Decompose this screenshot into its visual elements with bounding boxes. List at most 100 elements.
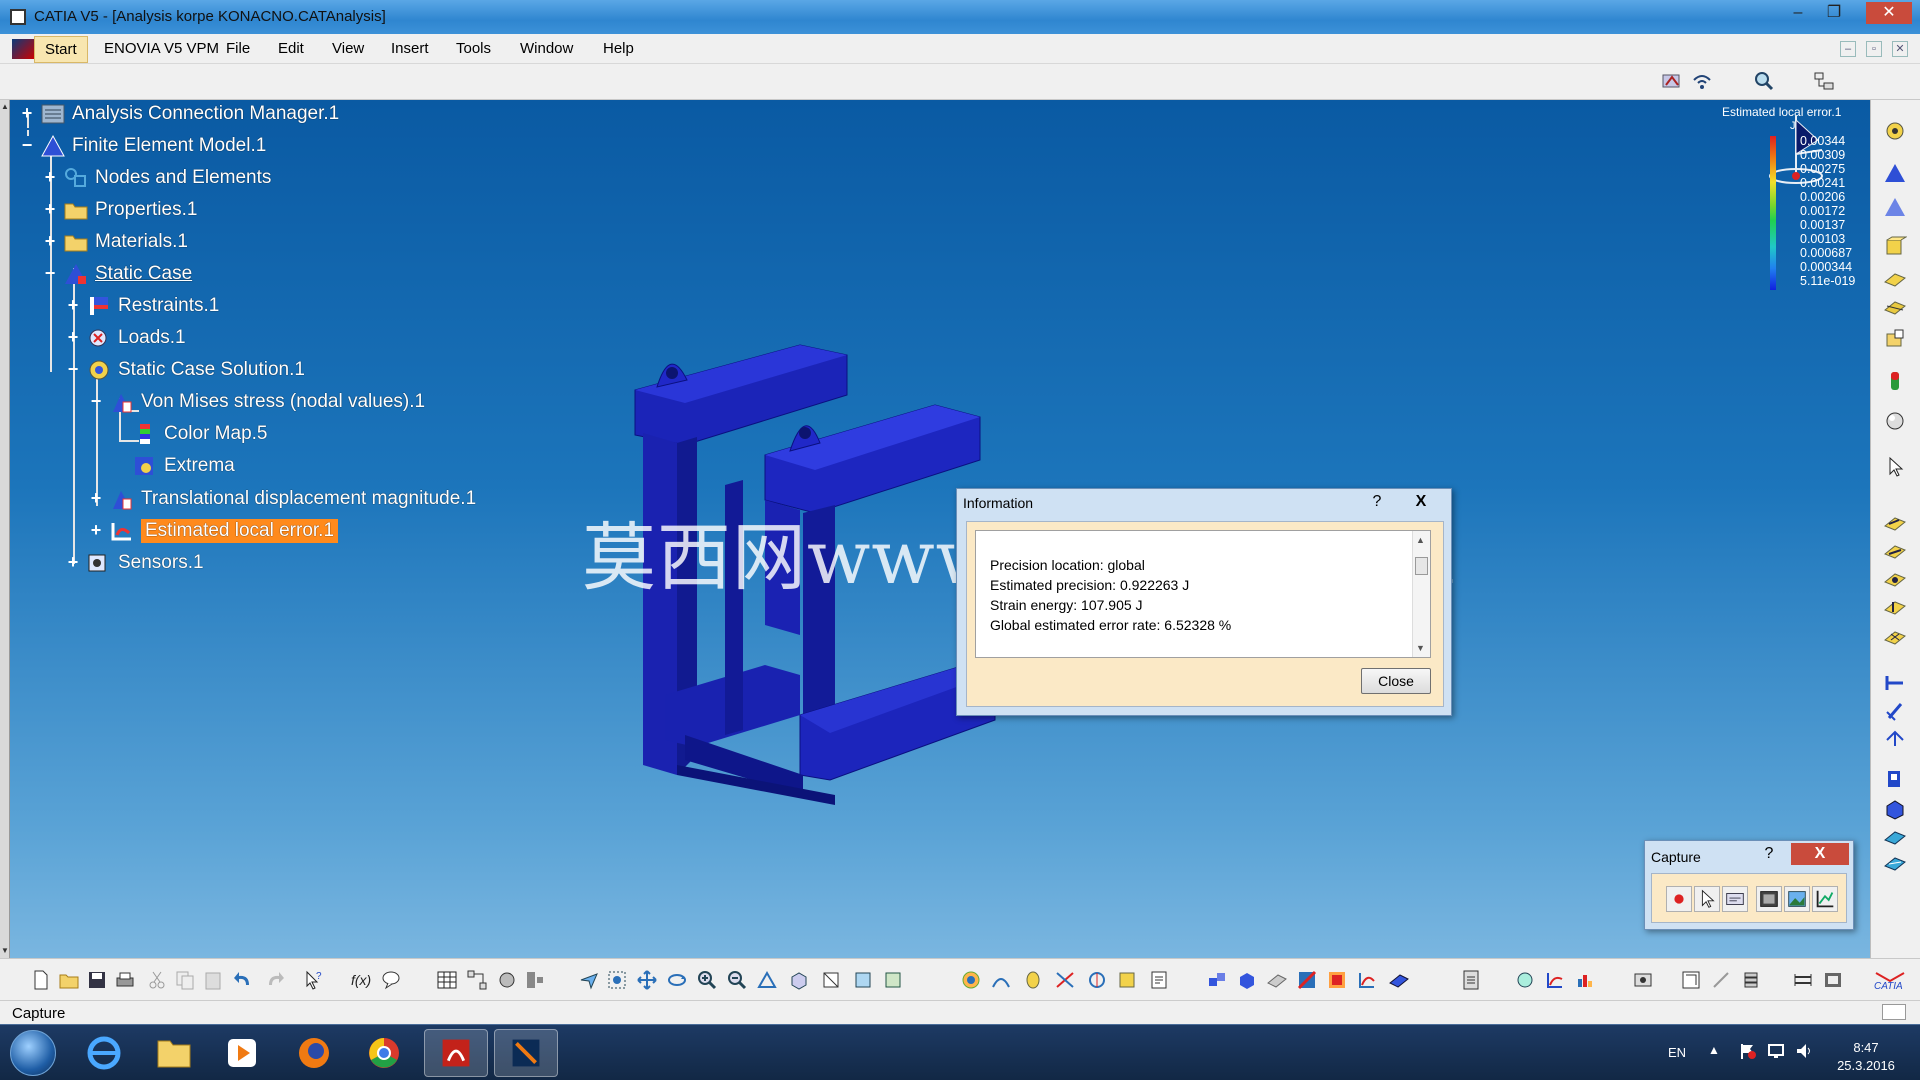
image-edit-icon[interactable]: [1326, 969, 1348, 991]
sphere-icon[interactable]: [1883, 410, 1907, 432]
tree-expand-icon[interactable]: +: [43, 168, 57, 186]
network-icon[interactable]: [466, 969, 488, 991]
tree-node-properties[interactable]: + Properties.1: [43, 196, 198, 224]
catia-app-icon[interactable]: [10, 9, 26, 25]
doc-minimize-button[interactable]: –: [1840, 41, 1856, 57]
load-pressure-icon[interactable]: [1883, 700, 1907, 722]
tree-node-static-case-solution[interactable]: − Static Case Solution.1: [66, 356, 305, 384]
table-icon[interactable]: [436, 969, 458, 991]
precision-icon[interactable]: [1116, 969, 1138, 991]
whats-this-icon[interactable]: ?: [302, 969, 324, 991]
restraint-surface-icon[interactable]: [1883, 540, 1907, 562]
dialog-close-x-button[interactable]: X: [1401, 491, 1441, 513]
media-player-icon[interactable]: [210, 1029, 274, 1077]
von-mises-icon[interactable]: [1022, 969, 1044, 991]
fit-all-icon[interactable]: [606, 969, 628, 991]
generate-image-icon[interactable]: [1632, 969, 1654, 991]
close-window-button[interactable]: ✕: [1866, 2, 1912, 24]
menu-enovia[interactable]: ENOVIA V5 VPM: [104, 40, 219, 57]
tree-node-restraints[interactable]: + Restraints.1: [66, 292, 220, 320]
menu-help[interactable]: Help: [603, 40, 634, 57]
tree-expand-icon[interactable]: +: [43, 200, 57, 218]
property-icon[interactable]: [1883, 328, 1907, 350]
material-icon[interactable]: [1883, 370, 1907, 392]
principal-stress-icon[interactable]: [1086, 969, 1108, 991]
cube-icon[interactable]: [1236, 969, 1258, 991]
tree-expand-icon[interactable]: +: [66, 553, 80, 571]
file-explorer-icon[interactable]: [142, 1029, 206, 1077]
tree-expand-icon[interactable]: +: [89, 521, 103, 539]
plane-icon[interactable]: [1266, 969, 1288, 991]
doc-close-button[interactable]: ✕: [1892, 41, 1908, 57]
displacement-icon[interactable]: [1054, 969, 1076, 991]
display-icon[interactable]: [960, 969, 982, 991]
restraint-clamp-icon[interactable]: [1883, 512, 1907, 534]
undo-icon[interactable]: [232, 969, 254, 991]
mesh-part-icon[interactable]: [1883, 236, 1907, 258]
deformation-icon[interactable]: [990, 969, 1012, 991]
pan-icon[interactable]: [636, 969, 658, 991]
info-scrollbar[interactable]: ▲ ▼: [1412, 531, 1430, 657]
tree-collapse-icon[interactable]: −: [20, 136, 34, 154]
options-icon[interactable]: [1722, 886, 1748, 912]
restraint-pivot-icon[interactable]: [1883, 596, 1907, 618]
color-map-tool-icon[interactable]: [1296, 969, 1318, 991]
report-icon[interactable]: [1148, 969, 1170, 991]
calculator-icon[interactable]: [1460, 969, 1482, 991]
menu-tools[interactable]: Tools: [456, 40, 491, 57]
select-mode-icon[interactable]: [1694, 886, 1720, 912]
menu-start[interactable]: Start: [34, 36, 88, 63]
virtual-part-icon[interactable]: [1883, 798, 1907, 820]
tree-node-static-case[interactable]: − Static Case: [43, 260, 192, 288]
graph-icon[interactable]: [1544, 969, 1566, 991]
tree-node-translational-displacement[interactable]: + Translational displacement magnitude.1: [89, 485, 476, 513]
language-indicator[interactable]: EN: [1668, 1045, 1686, 1060]
firefox-icon[interactable]: [282, 1029, 346, 1077]
fem-solid-icon[interactable]: [1883, 196, 1907, 218]
minimize-button[interactable]: –: [1782, 2, 1814, 24]
command-input-field[interactable]: [1882, 1004, 1906, 1020]
network-tray-icon[interactable]: [1766, 1041, 1786, 1061]
beam-mesh-icon[interactable]: [1883, 296, 1907, 318]
hide-show-icon[interactable]: [852, 969, 874, 991]
load-distributed-icon[interactable]: [1883, 726, 1907, 748]
tree-expand-icon[interactable]: +: [66, 296, 80, 314]
tree-node-materials[interactable]: + Materials.1: [43, 228, 188, 256]
print-icon[interactable]: [114, 969, 136, 991]
legend-color-bar[interactable]: [1770, 136, 1776, 290]
tree-node-loads[interactable]: + Loads.1: [66, 324, 186, 352]
normal-view-icon[interactable]: [756, 969, 778, 991]
information-text-area[interactable]: Precision location: global Estimated pre…: [975, 530, 1431, 658]
tree-node-nodes-and-elements[interactable]: + Nodes and Elements: [43, 164, 272, 192]
close-button[interactable]: Close: [1361, 668, 1431, 694]
animate-icon[interactable]: [1356, 969, 1378, 991]
tree-collapse-icon[interactable]: −: [89, 392, 103, 410]
copy-icon[interactable]: [174, 969, 196, 991]
knowledge-icon[interactable]: [496, 969, 518, 991]
tree-node-von-mises-stress[interactable]: − Von Mises stress (nodal values).1: [89, 388, 425, 416]
tree-expand-icon[interactable]: +: [89, 489, 103, 507]
tree-node-finite-element-model[interactable]: − Finite Element Model.1: [20, 132, 266, 160]
compute-icon[interactable]: [1883, 120, 1907, 142]
acrobat-icon[interactable]: [424, 1029, 488, 1077]
paste-icon[interactable]: [202, 969, 224, 991]
sensor-tool-icon[interactable]: [1883, 768, 1907, 790]
tree-collapse-icon[interactable]: −: [66, 360, 80, 378]
compute-all-icon[interactable]: [1822, 969, 1844, 991]
tree-node-color-map[interactable]: Color Map.5: [126, 420, 268, 448]
open-folder-icon[interactable]: [58, 969, 80, 991]
record-icon[interactable]: [1666, 886, 1692, 912]
rotate-icon[interactable]: [666, 969, 688, 991]
stack-icon[interactable]: [1740, 969, 1762, 991]
tree-node-estimated-local-error[interactable]: + Estimated local error.1: [89, 517, 339, 545]
views-icon[interactable]: [788, 969, 810, 991]
doc-restore-button[interactable]: ▫: [1866, 41, 1882, 57]
swap-space-icon[interactable]: [882, 969, 904, 991]
zoom-in-icon[interactable]: [696, 969, 718, 991]
tree-expand-icon[interactable]: +: [66, 328, 80, 346]
scroll-thumb[interactable]: [1415, 557, 1428, 575]
restraint-ball-icon[interactable]: [1883, 626, 1907, 648]
capture-display-icon[interactable]: [1756, 886, 1782, 912]
tree-node-sensors[interactable]: + Sensors.1: [66, 549, 204, 577]
tree-tool-icon[interactable]: [1812, 70, 1836, 92]
